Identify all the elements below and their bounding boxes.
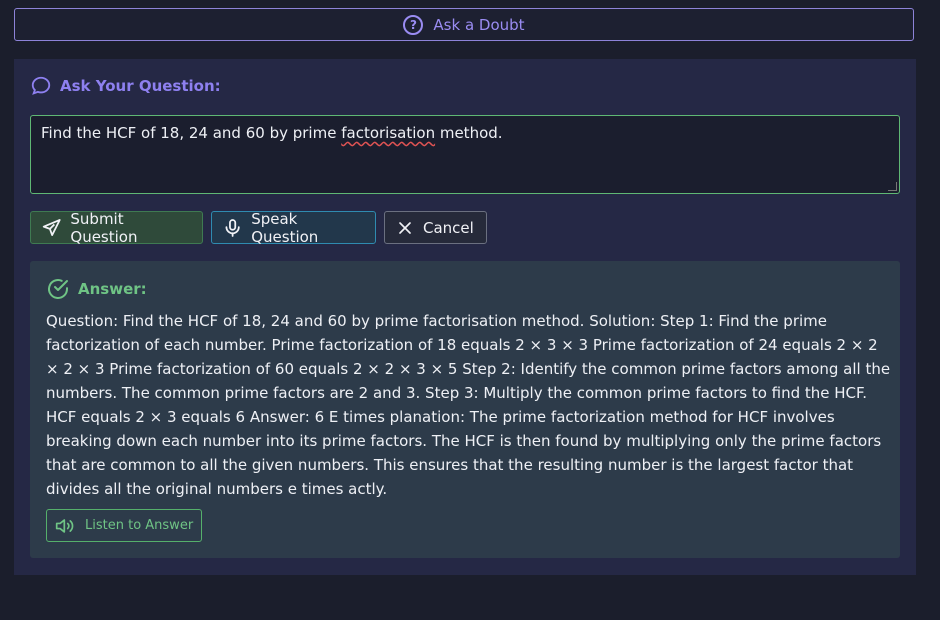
question-circle-icon: ? — [403, 14, 424, 35]
microphone-icon — [225, 218, 240, 237]
cancel-button[interactable]: Cancel — [384, 211, 487, 244]
resize-handle[interactable] — [888, 182, 897, 191]
question-panel: Ask Your Question: Find the HCF of 18, 2… — [14, 59, 916, 575]
cancel-label: Cancel — [423, 218, 474, 237]
answer-text: Question: Find the HCF of 18, 24 and 60 … — [46, 312, 891, 498]
question-heading-label: Ask Your Question: — [60, 77, 221, 95]
speak-question-label: Speak Question — [251, 209, 319, 246]
close-icon — [399, 221, 411, 234]
question-input-misspelled-word: factorisation — [341, 124, 436, 142]
send-icon — [42, 218, 61, 236]
question-heading: Ask Your Question: — [30, 75, 221, 97]
answer-heading: Answer: — [46, 277, 147, 301]
ask-a-doubt-button[interactable]: ? Ask a Doubt — [14, 8, 914, 41]
ask-a-doubt-label: Ask a Doubt — [433, 15, 525, 34]
answer-heading-label: Answer: — [78, 280, 147, 298]
listen-to-answer-label: Listen to Answer — [85, 518, 194, 533]
question-input[interactable]: Find the HCF of 18, 24 and 60 by prime f… — [30, 115, 900, 194]
speaker-icon — [55, 518, 74, 533]
answer-card: Answer: Question: Find the HCF of 18, 24… — [30, 261, 900, 558]
submit-question-button[interactable]: Submit Question — [30, 209, 203, 246]
submit-question-label: Submit Question — [70, 209, 138, 246]
speak-question-button[interactable]: Speak Question — [211, 209, 376, 246]
chat-bubble-icon — [31, 76, 51, 95]
check-circle-icon — [48, 279, 68, 299]
question-input-text-prefix: Find the HCF of 18, 24 and 60 by prime — [41, 124, 342, 142]
listen-to-answer-button[interactable]: Listen to Answer — [46, 509, 203, 542]
question-input-text-suffix: method. — [435, 124, 503, 142]
